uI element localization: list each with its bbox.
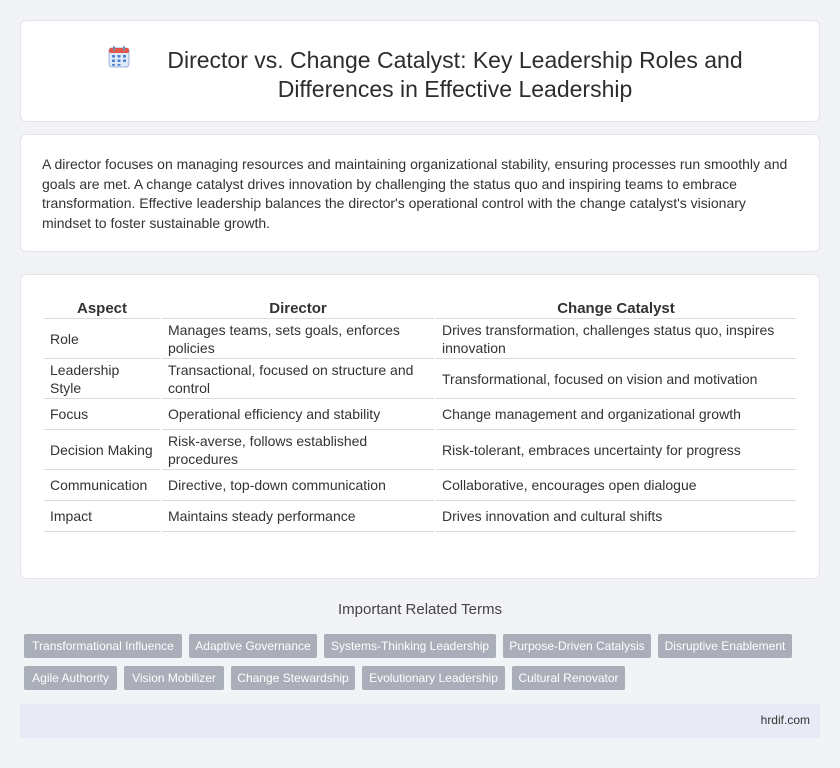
table-cell-aspect: Role bbox=[44, 319, 160, 359]
related-term-tag[interactable]: Transformational Influence bbox=[24, 634, 182, 658]
related-term-tag[interactable]: Agile Authority bbox=[24, 666, 117, 690]
page-title: Director vs. Change Catalyst: Key Leader… bbox=[167, 47, 743, 102]
column-header-aspect: Aspect bbox=[44, 295, 160, 319]
column-header-change-catalyst: Change Catalyst bbox=[436, 295, 796, 319]
related-term-tag[interactable]: Vision Mobilizer bbox=[124, 666, 224, 690]
table-cell-aspect: Focus bbox=[44, 399, 160, 430]
table-cell-aspect: Communication bbox=[44, 470, 160, 501]
related-term-tag[interactable]: Adaptive Governance bbox=[189, 634, 317, 658]
column-header-director: Director bbox=[162, 295, 434, 319]
table-cell-director: Manages teams, sets goals, enforces poli… bbox=[162, 319, 434, 359]
intro-paragraph: A director focuses on managing resources… bbox=[42, 156, 788, 231]
related-term-tag[interactable]: Systems-Thinking Leadership bbox=[324, 634, 496, 658]
table-row: Role Manages teams, sets goals, enforces… bbox=[44, 319, 796, 359]
table-cell-change-catalyst: Drives innovation and cultural shifts bbox=[436, 501, 796, 532]
table-row: Leadership Style Transactional, focused … bbox=[44, 359, 796, 399]
calendar-icon bbox=[108, 46, 130, 68]
table-cell-change-catalyst: Collaborative, encourages open dialogue bbox=[436, 470, 796, 501]
table-cell-director: Risk-averse, follows established procedu… bbox=[162, 430, 434, 470]
intro-card: A director focuses on managing resources… bbox=[20, 134, 820, 252]
table-cell-aspect: Decision Making bbox=[44, 430, 160, 470]
title-card: Director vs. Change Catalyst: Key Leader… bbox=[20, 20, 820, 122]
footer-site-link[interactable]: hrdif.com bbox=[761, 713, 810, 727]
table-cell-change-catalyst: Change management and organizational gro… bbox=[436, 399, 796, 430]
table-cell-director: Operational efficiency and stability bbox=[162, 399, 434, 430]
related-term-tag[interactable]: Evolutionary Leadership bbox=[362, 666, 505, 690]
footer-bar: hrdif.com bbox=[20, 704, 820, 738]
related-terms-heading: Important Related Terms bbox=[338, 601, 502, 618]
table-cell-aspect: Impact bbox=[44, 501, 160, 532]
table-row: Communication Directive, top-down commun… bbox=[44, 470, 796, 501]
table-header-row: Aspect Director Change Catalyst bbox=[44, 295, 796, 319]
related-term-tag[interactable]: Cultural Renovator bbox=[512, 666, 625, 690]
table-row: Impact Maintains steady performance Driv… bbox=[44, 501, 796, 532]
table-row: Focus Operational efficiency and stabili… bbox=[44, 399, 796, 430]
comparison-table: Aspect Director Change Catalyst Role Man… bbox=[42, 295, 798, 532]
related-term-tag[interactable]: Change Stewardship bbox=[231, 666, 355, 690]
table-cell-change-catalyst: Drives transformation, challenges status… bbox=[436, 319, 796, 359]
table-row: Decision Making Risk-averse, follows est… bbox=[44, 430, 796, 470]
table-cell-director: Directive, top-down communication bbox=[162, 470, 434, 501]
comparison-card: Aspect Director Change Catalyst Role Man… bbox=[20, 274, 820, 579]
related-term-tag[interactable]: Disruptive Enablement bbox=[658, 634, 792, 658]
related-term-tag[interactable]: Purpose-Driven Catalysis bbox=[503, 634, 651, 658]
table-cell-change-catalyst: Transformational, focused on vision and … bbox=[436, 359, 796, 399]
table-cell-change-catalyst: Risk-tolerant, embraces uncertainty for … bbox=[436, 430, 796, 470]
table-cell-aspect: Leadership Style bbox=[44, 359, 160, 399]
table-cell-director: Maintains steady performance bbox=[162, 501, 434, 532]
table-cell-director: Transactional, focused on structure and … bbox=[162, 359, 434, 399]
